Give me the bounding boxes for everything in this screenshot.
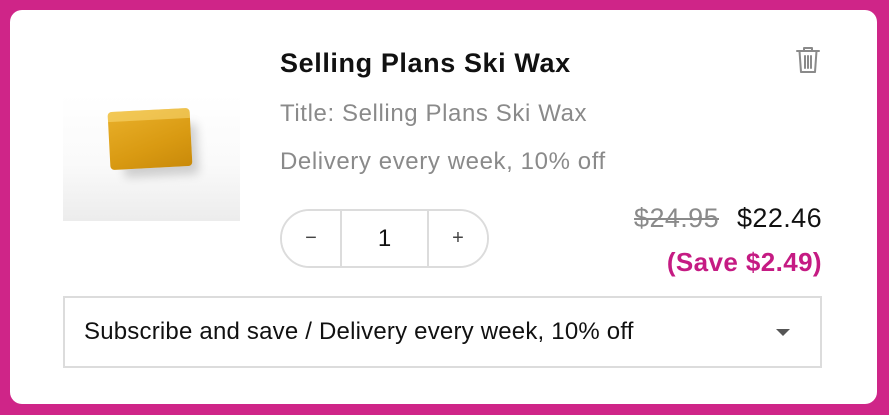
sale-price: $22.46 — [737, 203, 822, 233]
product-title[interactable]: Selling Plans Ski Wax — [280, 48, 571, 79]
chevron-down-icon — [776, 329, 790, 336]
trash-icon — [796, 47, 820, 73]
selling-plan-select[interactable]: Subscribe and save / Delivery every week… — [63, 296, 822, 368]
product-option-title: Title: Selling Plans Ski Wax — [280, 100, 588, 127]
cart-item-card: Selling Plans Ski Wax Title: Selling Pla… — [10, 10, 877, 404]
remove-item-button[interactable] — [793, 44, 823, 76]
savings-label: (Save $2.49) — [666, 247, 822, 277]
quantity-field — [340, 211, 429, 266]
product-image[interactable] — [63, 94, 240, 221]
increment-button[interactable]: + — [429, 211, 487, 266]
quantity-stepper: − + — [280, 209, 489, 268]
price-row: $24.95 $22.46 — [634, 203, 822, 234]
decrement-button[interactable]: − — [282, 211, 340, 266]
product-option-delivery: Delivery every week, 10% off — [280, 148, 606, 175]
quantity-input[interactable] — [342, 224, 427, 253]
selling-plan-selected: Subscribe and save / Delivery every week… — [84, 318, 634, 345]
original-price: $24.95 — [634, 203, 720, 233]
wax-bar-graphic — [107, 107, 193, 171]
